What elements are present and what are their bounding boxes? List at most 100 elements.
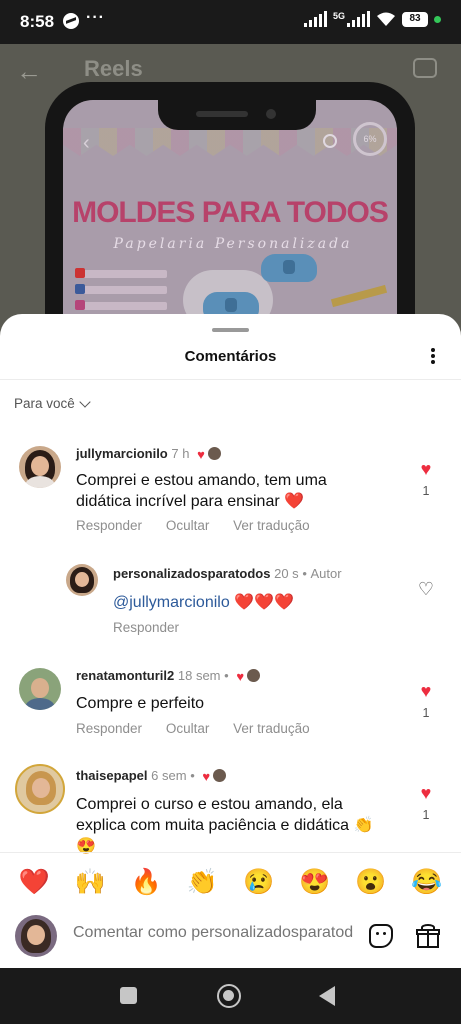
hide-button[interactable]: Ocultar [166,518,210,533]
author-liked-heart-icon: ♥ [202,769,211,784]
reply-time: 20 s [274,566,299,581]
comment-username[interactable]: renatamonturil2 [76,668,174,683]
reply-button[interactable]: Responder [76,721,142,736]
status-right: 5G 83 [303,11,441,27]
reaction-clap[interactable]: 👏 [187,868,218,896]
see-translation-button[interactable]: Ver tradução [233,518,310,533]
system-nav-bar [0,968,461,1024]
author-liked-heart-icon: ♥ [236,669,245,684]
reply-text: @jullymarcionilo ❤️❤️❤️ [113,592,403,613]
screen-progress-ring: 6% [353,122,387,156]
avatar[interactable] [19,668,61,710]
comment-actions: Responder Ocultar Ver tradução [76,721,330,736]
reply-actions: Responder [113,620,199,635]
avatar[interactable] [19,446,61,488]
privacy-indicator [434,15,441,23]
like-count: 1 [422,484,430,498]
heart-filled-icon: ♥ [420,459,432,479]
youtube-icon [75,268,167,278]
status-time: 8:58 [20,12,55,31]
divider [0,379,461,380]
comment-header: renatamonturil2 18 sem • ♥ [76,668,261,684]
comment-text: Compre e perfeito [76,695,205,712]
author-tag: Autor [310,566,342,581]
filter-label: Para você [14,396,75,411]
home-icon[interactable] [217,984,241,1008]
blue-bow-decoration [261,254,317,282]
comment-text: Comprei o curso e estou amando, ela expl… [76,796,374,855]
comment-time: 6 sem [151,768,187,783]
messenger-icon [63,13,79,29]
reaction-heart-eyes[interactable]: 😍 [299,868,330,896]
facebook-icon [75,284,167,294]
status-bar: 8:58 ··· 5G 83 [0,0,461,44]
comments-sheet: Comentários Para você jullymarcionilo 7 … [0,314,461,968]
like-button[interactable]: ♥ 1 [415,682,437,720]
reply-body: ❤️❤️❤️ [234,594,294,611]
reply-username[interactable]: personalizadosparatodos [113,566,270,581]
preview-title: MOLDES PARA TODOS [72,196,389,229]
author-liked-avatar [247,669,261,682]
more-notifications-icon: ··· [86,9,105,26]
chevron-down-icon [79,395,91,408]
comment-username[interactable]: thaisepapel [76,768,148,783]
comment-input[interactable] [73,924,353,942]
recent-apps-icon[interactable] [120,987,137,1004]
comment-header: jullymarcionilo 7 h ♥ [76,446,221,462]
reaction-crying[interactable]: 😢 [243,868,274,896]
comment-header: thaisepapel 6 sem • ♥ [76,768,227,784]
author-liked-heart-icon: ♥ [197,447,205,462]
phone-notch [158,100,316,130]
like-button[interactable]: ♥ 1 [415,460,437,498]
reaction-heart[interactable]: ❤️ [18,868,49,896]
more-options-icon[interactable] [423,346,443,368]
heart-filled-icon: ♥ [420,681,432,701]
screen-search-icon [323,134,337,148]
sticker-icon[interactable] [369,924,393,948]
reaction-laughing[interactable]: 😂 [411,868,442,896]
battery-icon: 83 [402,11,428,27]
comment-time: 7 h [171,446,190,461]
reels-title: Reels [84,56,143,81]
comment-username[interactable]: jullymarcionilo [76,446,168,461]
comment-actions: Responder Ocultar Ver tradução [76,518,330,533]
gold-decoration [330,284,388,308]
reaction-raised-hands[interactable]: 🙌 [75,868,106,896]
author-liked-avatar [213,769,227,782]
reply-header: personalizadosparatodos 20 s • Autor [113,566,342,581]
heart-filled-icon: ♥ [420,783,432,803]
avatar-with-story-ring[interactable] [15,764,65,814]
signal-icon-2 [347,11,370,27]
reply-button[interactable]: Responder [113,620,179,635]
wifi-icon [377,12,395,26]
reply-button[interactable]: Responder [76,518,142,533]
sheet-title: Comentários [184,348,277,365]
mention-link[interactable]: @jullymarcionilo [113,594,230,611]
hide-button[interactable]: Ocultar [166,721,210,736]
comment-composer [0,910,461,968]
reaction-fire[interactable]: 🔥 [131,868,162,896]
avatar [15,915,57,957]
instagram-icon [75,300,167,310]
heart-outline-icon: ♡ [417,579,435,599]
camera-icon[interactable] [413,58,437,78]
comment-text: Comprei e estou amando, tem uma didática… [76,472,327,510]
avatar[interactable] [66,564,98,596]
see-translation-button[interactable]: Ver tradução [233,721,310,736]
sort-filter-dropdown[interactable]: Para você [14,395,91,411]
gift-icon[interactable] [416,924,440,948]
like-count: 1 [422,808,430,822]
preview-subtitle: Papelaria Personalizada [113,236,353,252]
signal-icon [303,11,327,27]
like-button[interactable]: ♥ 1 [415,784,437,822]
like-button[interactable]: ♡ [415,580,437,604]
back-arrow-icon[interactable]: ← [16,56,42,87]
drag-handle[interactable] [212,328,249,332]
reaction-surprised[interactable]: 😮 [355,868,386,896]
screen-back-icon: ‹ [83,132,90,154]
like-count: 1 [422,706,430,720]
author-liked-avatar [207,447,221,460]
back-icon[interactable] [319,986,335,1006]
quick-reactions-bar: ❤️ 🙌 🔥 👏 😢 😍 😮 😂 [0,852,461,910]
comment-time: 18 sem [177,668,221,683]
